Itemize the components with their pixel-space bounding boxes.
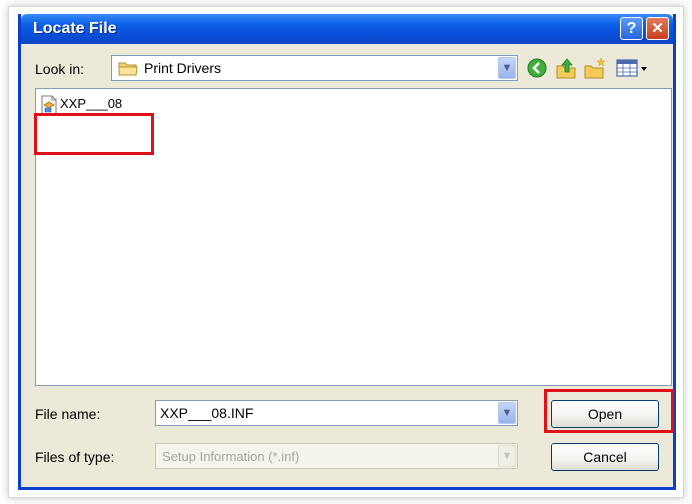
file-highlight-box — [34, 113, 154, 155]
look-in-label: Look in: — [35, 61, 85, 77]
open-highlight-box — [544, 389, 674, 433]
new-folder-icon[interactable] — [583, 56, 607, 80]
file-type-select[interactable]: Setup Information (*.inf) ▼ — [155, 443, 518, 469]
help-icon: ? — [626, 20, 637, 37]
folder-icon — [118, 62, 138, 76]
chevron-down-icon[interactable]: ▼ — [498, 402, 516, 424]
up-folder-icon[interactable] — [555, 56, 577, 80]
chevron-down-icon[interactable]: ▼ — [498, 57, 516, 79]
chevron-down-icon[interactable]: ▼ — [498, 445, 516, 467]
help-button[interactable]: ? — [620, 17, 643, 40]
file-name-value: XXP___08.INF — [160, 405, 254, 421]
file-type-label: Files of type: — [35, 449, 115, 465]
look-in-value: Print Drivers — [144, 60, 222, 76]
file-type-value: Setup Information (*.inf) — [162, 449, 300, 464]
file-name-field[interactable]: XXP___08.INF ▼ — [155, 400, 518, 426]
close-button[interactable]: ✕ — [646, 17, 669, 40]
back-icon[interactable] — [526, 56, 548, 80]
cancel-button[interactable]: Cancel — [551, 443, 659, 471]
look-in-dropdown[interactable]: Print Drivers ▼ — [111, 55, 518, 81]
views-menu-icon[interactable] — [615, 56, 651, 80]
setup-information-file-icon — [41, 95, 57, 115]
dialog-title: Locate File — [33, 20, 117, 37]
title-bar[interactable]: Locate File ? ✕ — [21, 14, 673, 44]
close-icon: ✕ — [651, 20, 664, 37]
file-name-label: File name: — [35, 406, 101, 422]
file-name-text: XXP___08 — [60, 96, 123, 111]
